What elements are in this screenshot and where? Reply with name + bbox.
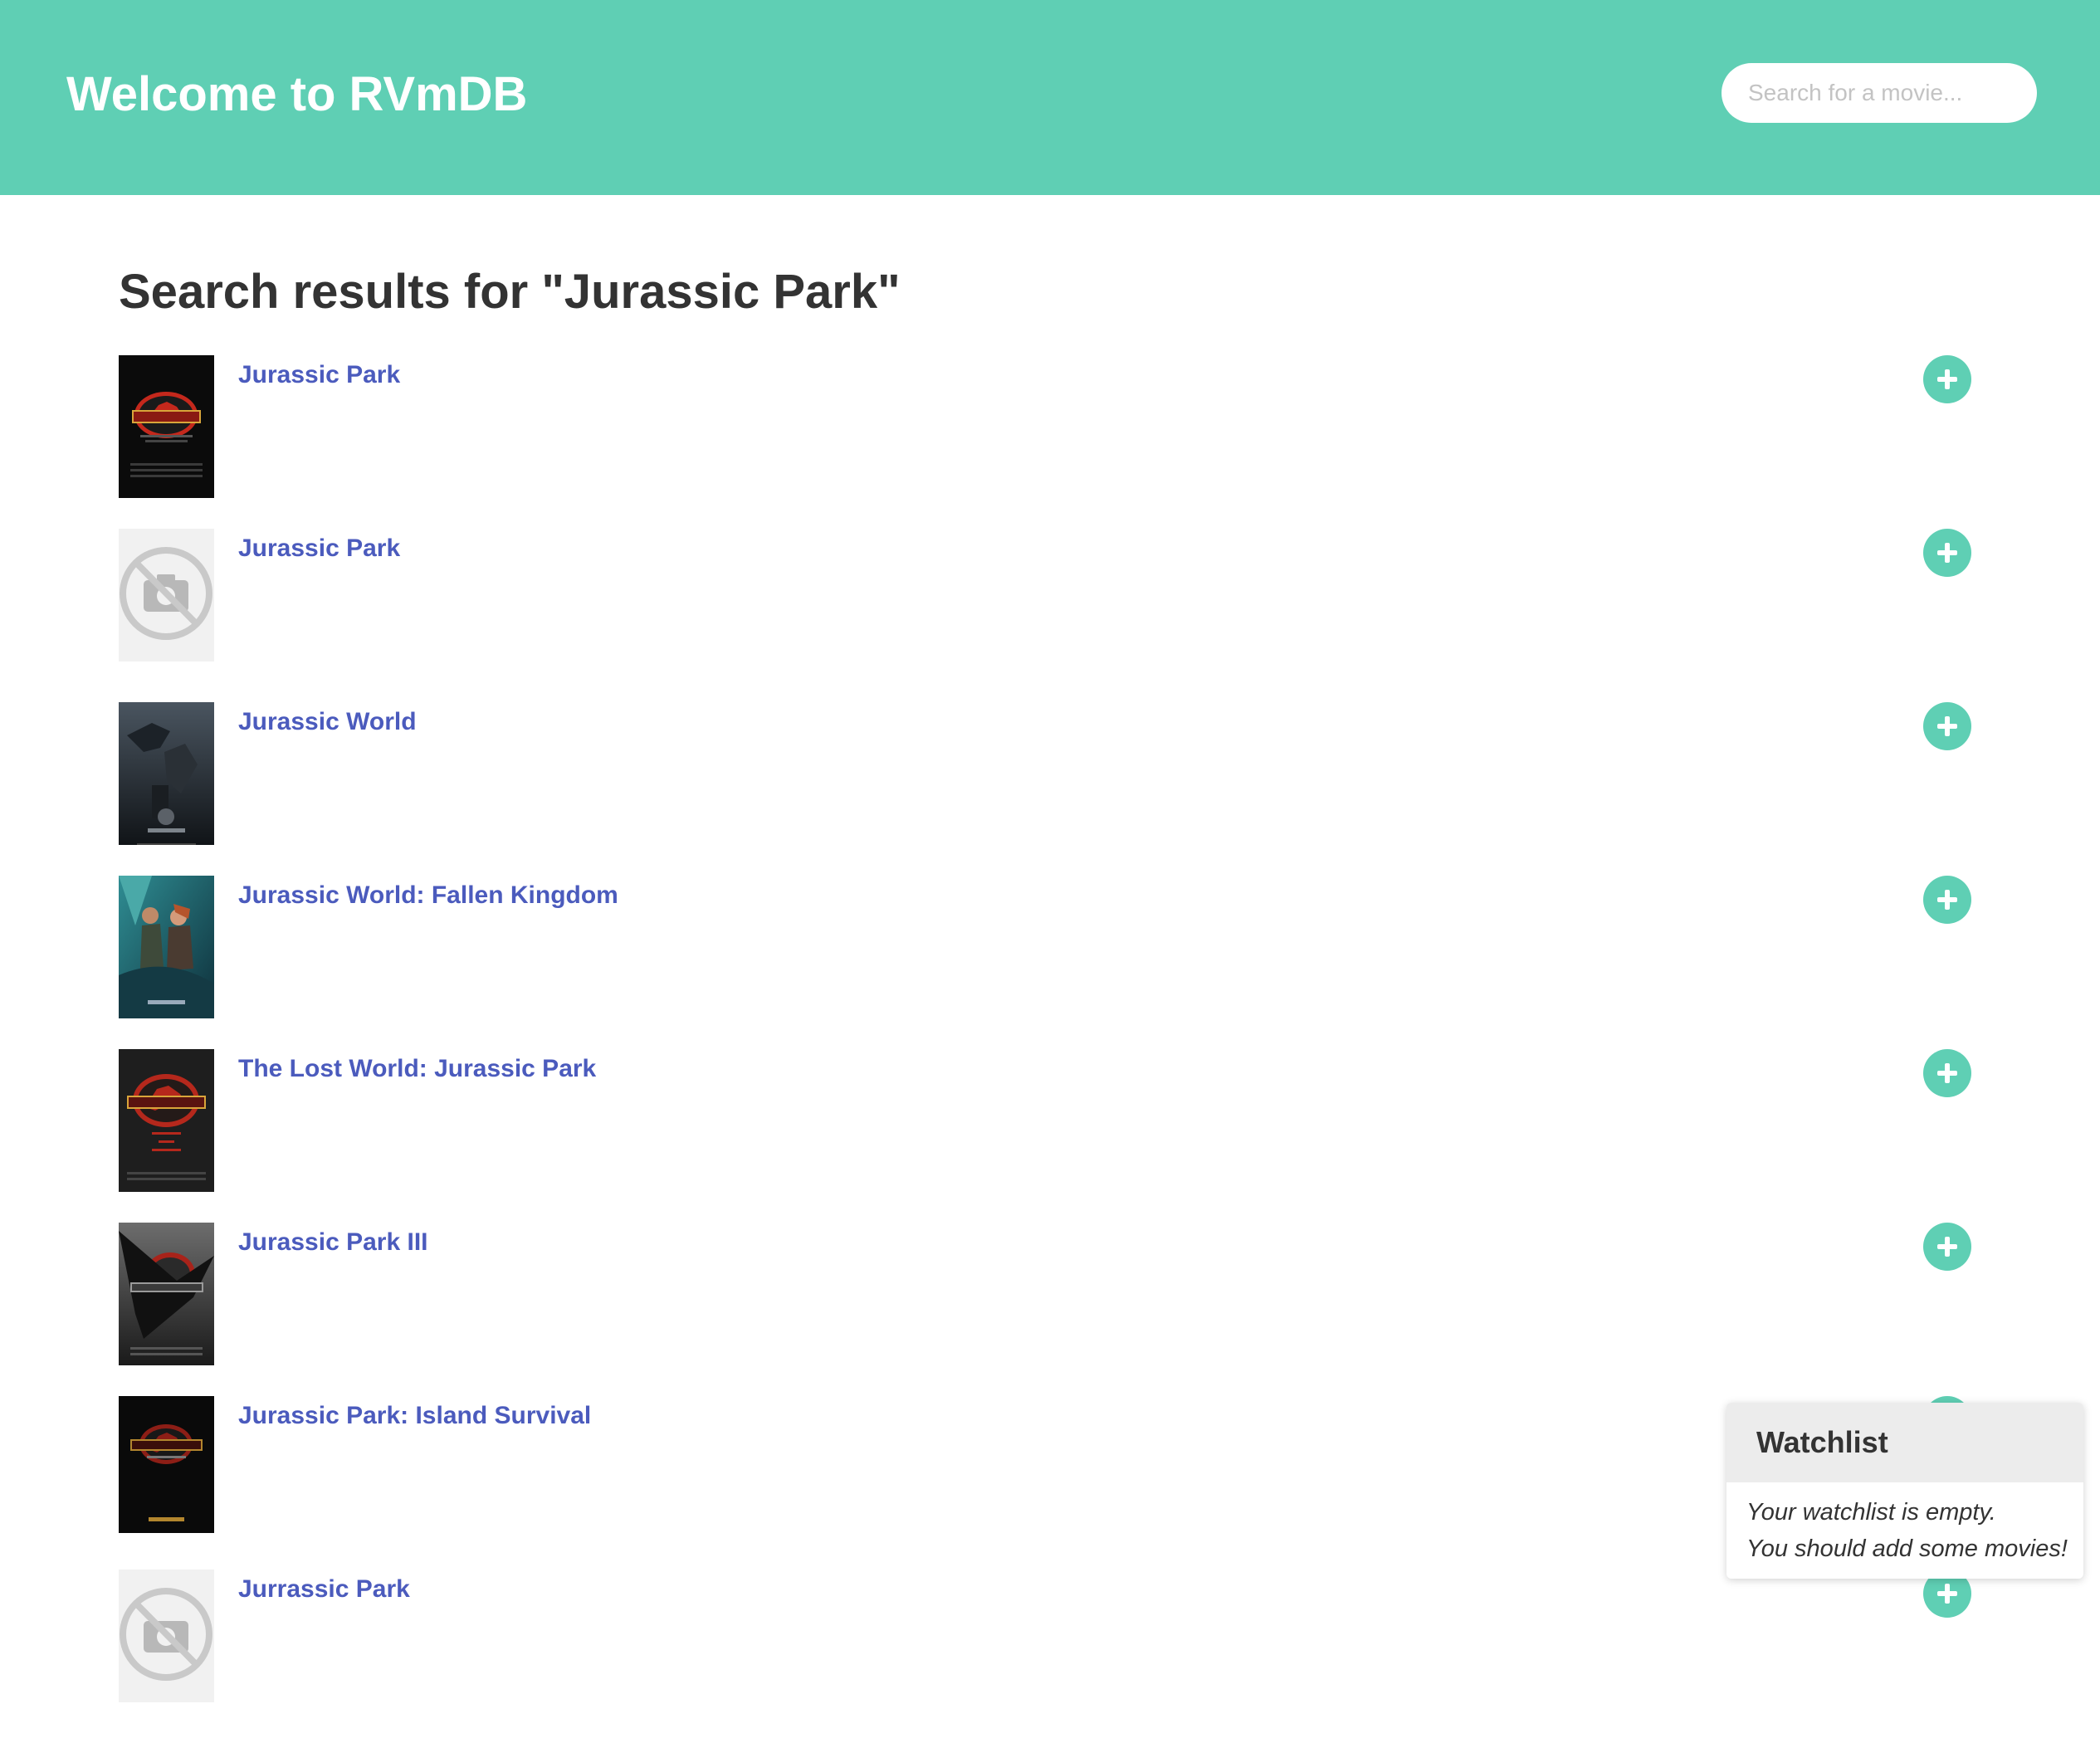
movie-title-link[interactable]: The Lost World: Jurassic Park [238, 1052, 596, 1086]
result-item: Jurassic Park III [119, 1223, 1978, 1396]
watchlist-header[interactable]: Watchlist [1726, 1403, 2083, 1482]
results-list: Jurassic Park Jurassic Park Jurassic Wor… [119, 355, 1978, 1743]
movie-title-link[interactable]: Jurassic Park [238, 359, 400, 392]
jurassic-world-poster[interactable] [119, 702, 214, 845]
result-item: Jurassic World: Fallen Kingdom [119, 876, 1978, 1049]
watchlist-empty-message: Your watchlist is empty. [1746, 1499, 1996, 1526]
movie-title-link[interactable]: Jurassic World: Fallen Kingdom [238, 879, 618, 912]
fallen-kingdom-poster[interactable] [119, 876, 214, 1018]
lost-world-poster[interactable] [119, 1049, 214, 1192]
movie-title-link[interactable]: Jurassic World [238, 706, 417, 739]
movie-title-link[interactable]: Jurassic Park: Island Survival [238, 1399, 591, 1433]
jurassic-park-iii-poster[interactable] [119, 1223, 214, 1365]
watchlist-panel: Watchlist Your watchlist is empty. You s… [1726, 1403, 2083, 1579]
plus-icon [1937, 1063, 1957, 1083]
site-title: Welcome to RVmDB [66, 67, 528, 121]
watchlist-body: Your watchlist is empty. You should add … [1726, 1482, 2083, 1567]
plus-icon [1937, 890, 1957, 910]
plus-icon [1937, 716, 1957, 736]
result-item: Jurassic World [119, 702, 1978, 876]
plus-icon [1937, 1237, 1957, 1257]
result-item: Jurassic Park: Island Survival [119, 1396, 1978, 1570]
result-item: Jurrassic Park [119, 1570, 1978, 1743]
island-survival-poster[interactable] [119, 1396, 214, 1539]
movie-title-link[interactable]: Jurrassic Park [238, 1573, 410, 1606]
movie-title-link[interactable]: Jurassic Park III [238, 1226, 428, 1259]
add-to-watchlist-button[interactable] [1923, 876, 1971, 924]
plus-icon [1937, 543, 1957, 563]
add-to-watchlist-button[interactable] [1923, 1223, 1971, 1271]
add-to-watchlist-button[interactable] [1923, 702, 1971, 750]
add-to-watchlist-button[interactable] [1923, 1049, 1971, 1097]
watchlist-title: Watchlist [1756, 1425, 1888, 1459]
results-heading: Search results for "Jurassic Park" [119, 265, 901, 319]
movie-title-link[interactable]: Jurassic Park [238, 532, 400, 565]
no-image-icon[interactable] [119, 1570, 214, 1712]
add-to-watchlist-button[interactable] [1923, 529, 1971, 577]
plus-icon [1937, 369, 1957, 389]
result-item: Jurassic Park [119, 529, 1978, 702]
top-bar: Welcome to RVmDB [0, 0, 2100, 195]
result-item: Jurassic Park [119, 355, 1978, 529]
add-to-watchlist-button[interactable] [1923, 355, 1971, 403]
jurassic-park-poster[interactable] [119, 355, 214, 498]
search-input[interactable] [1722, 63, 2037, 123]
result-item: The Lost World: Jurassic Park [119, 1049, 1978, 1223]
no-image-icon[interactable] [119, 529, 214, 671]
watchlist-empty-hint: You should add some movies! [1746, 1536, 2068, 1562]
